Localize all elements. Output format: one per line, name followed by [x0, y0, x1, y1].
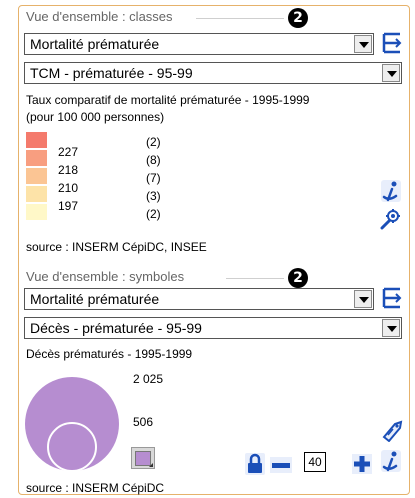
legend-class-count: (2) [146, 207, 161, 221]
lock-icon[interactable] [245, 453, 265, 480]
legend-color-swatch [26, 168, 47, 184]
legend-class-count: (7) [146, 171, 161, 185]
symbols-title-divider [226, 278, 284, 279]
legend-class-label: 218 [58, 163, 79, 177]
symbols-indicator-value: Mortalité prématurée [30, 291, 160, 307]
legend-color-swatch [26, 150, 47, 166]
classes-indicator-value: Mortalité prématurée [30, 36, 160, 52]
symbols-indicator-select[interactable]: Mortalité prématurée [24, 288, 374, 310]
classes-legend-subtitle: (pour 100 000 personnes) [26, 110, 165, 124]
classes-step-badge: 2 [288, 8, 308, 28]
symbol-color-button[interactable] [131, 447, 155, 469]
symbols-source: source : INSERM CépiDC [26, 481, 165, 495]
tag-icon[interactable] [381, 420, 403, 447]
classes-source: source : INSERM CépiDC, INSEE [26, 240, 207, 254]
symbols-section-title: Vue d'ensemble : symboles [26, 269, 185, 284]
legend-class-count: (2) [146, 135, 161, 149]
legend-class-label: 197 [58, 199, 79, 213]
symbols-legend-title: Décès prématurés - 1995-1999 [26, 347, 193, 361]
corner-arrow-icon [149, 463, 153, 467]
chevron-down-icon[interactable] [354, 35, 372, 53]
legend-class-count: (8) [146, 153, 161, 167]
chevron-down-icon[interactable] [382, 319, 400, 337]
legend-class-label: 210 [58, 181, 79, 195]
minus-icon[interactable] [270, 457, 292, 478]
tree-expand-icon[interactable] [380, 31, 402, 60]
circle-small-value: 506 [133, 415, 154, 429]
legend-class-label: 227 [58, 145, 79, 159]
legend-color-swatch [26, 186, 47, 202]
legend-class-count: (3) [146, 189, 161, 203]
classes-legend-title: Taux comparatif de mortalité prématurée … [26, 93, 310, 107]
size-input[interactable]: 40 [304, 452, 326, 472]
proportional-circles-legend [25, 377, 119, 472]
tree-expand-icon[interactable] [380, 286, 402, 315]
circle-large-value: 2 025 [133, 372, 164, 386]
classes-indicator-select[interactable]: Mortalité prématurée [24, 33, 374, 55]
circle-small [47, 422, 97, 472]
classes-variable-value: TCM - prématurée - 95-99 [30, 65, 193, 81]
info-icon[interactable] [381, 450, 401, 477]
classes-title-divider [196, 18, 284, 19]
info-icon[interactable] [381, 180, 401, 207]
chevron-down-icon[interactable] [354, 290, 372, 308]
chevron-down-icon[interactable] [382, 64, 400, 82]
symbols-variable-select[interactable]: Décès - prématurée - 95-99 [24, 317, 402, 339]
legend-color-swatch [26, 204, 47, 220]
plus-icon[interactable] [352, 454, 372, 479]
legend-color-swatch [26, 132, 47, 148]
symbols-variable-value: Décès - prématurée - 95-99 [30, 320, 202, 336]
classes-variable-select[interactable]: TCM - prématurée - 95-99 [24, 62, 402, 84]
symbols-step-badge: 2 [288, 268, 308, 288]
classes-section-title: Vue d'ensemble : classes [26, 9, 173, 24]
settings-icon[interactable] [380, 208, 402, 235]
